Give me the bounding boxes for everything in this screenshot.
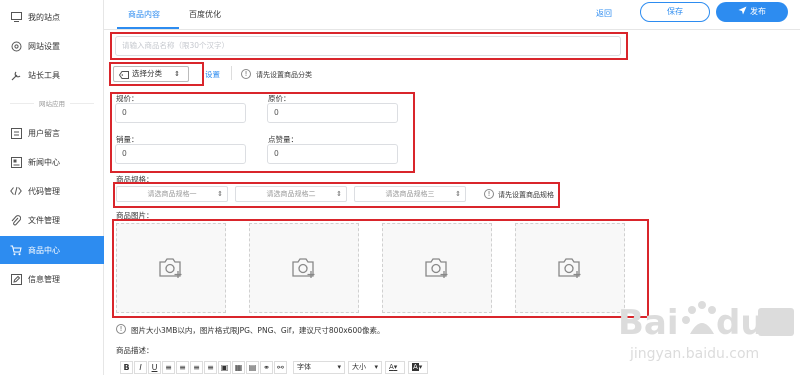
svg-text:du: du [716, 303, 765, 343]
font-family-select[interactable]: 字体 ▾ [293, 360, 345, 374]
edit-icon [10, 273, 22, 285]
dropdown-arrow-icon: ▾ [393, 362, 398, 371]
highlight-spec [113, 182, 560, 208]
sidebar-item-label: 代码管理 [28, 186, 60, 196]
unlink-button[interactable]: ⚯ [274, 360, 287, 374]
send-icon [738, 6, 747, 15]
category-settings-link[interactable]: 设置 [205, 69, 220, 80]
insert-table-button[interactable]: ▦ [232, 360, 245, 374]
dropdown-arrow-icon: ▾ [418, 362, 423, 371]
sidebar-item-code-management[interactable]: 代码管理 [0, 177, 104, 205]
highlight-images [112, 219, 649, 318]
sidebar-item-info-management[interactable]: 信息管理 [0, 265, 104, 293]
tools-icon [10, 69, 22, 81]
sidebar-item-label: 用户留言 [28, 128, 60, 138]
settings-circle-icon [10, 40, 22, 52]
save-button[interactable]: 保存 [640, 2, 710, 22]
code-icon [10, 185, 22, 197]
align-center-button[interactable]: ≡ [176, 360, 189, 374]
image-requirements-note: 图片大小3MB以内，图片格式限JPG、PNG、Gif，建议尺寸800x600像素… [131, 326, 385, 335]
message-icon [10, 127, 22, 139]
dropdown-arrow-icon: ▾ [374, 362, 378, 371]
news-icon [10, 156, 22, 168]
link-button[interactable]: ⚭ [260, 360, 273, 374]
align-justify-button[interactable]: ≡ [204, 360, 217, 374]
sidebar-item-label: 我的站点 [28, 12, 60, 22]
highlight-name [110, 32, 628, 60]
back-link[interactable]: 返回 [596, 8, 612, 19]
dropdown-arrow-icon: ▾ [337, 362, 341, 371]
publish-button[interactable]: 发布 [716, 2, 788, 22]
sidebar-item-product-center[interactable]: 商品中心 [0, 236, 104, 264]
insert-image-button[interactable]: ▣ [218, 360, 231, 374]
monitor-icon [10, 11, 22, 23]
sidebar-item-file-management[interactable]: 文件管理 [0, 206, 104, 234]
bold-button[interactable]: B [120, 360, 133, 374]
sidebar-item-label: 商品中心 [28, 245, 60, 255]
align-left-button[interactable]: ≡ [162, 360, 175, 374]
sidebar-item-site-settings[interactable]: 网站设置 [0, 32, 104, 60]
watermark: Bai du jingyan.baidu.com [618, 288, 796, 370]
description-label: 商品描述： [116, 346, 154, 355]
italic-button[interactable]: I [134, 360, 147, 374]
underline-button[interactable]: U [148, 360, 161, 374]
tab-baidu-seo[interactable]: 百度优化 [189, 9, 221, 20]
font-size-label: 大小 [352, 362, 366, 371]
sidebar-item-label: 站长工具 [28, 70, 60, 80]
category-separator [231, 66, 232, 80]
align-right-button[interactable]: ≡ [190, 360, 203, 374]
cart-icon [10, 244, 22, 256]
background-color-label: A [412, 362, 419, 371]
sidebar-item-label: 信息管理 [28, 274, 60, 284]
highlight-category [109, 62, 204, 86]
sidebar-item-my-site[interactable]: 我的站点 [0, 3, 104, 31]
background-color-button[interactable]: A▾ [408, 360, 428, 374]
info-icon: ! [116, 324, 126, 334]
sidebar-item-user-messages[interactable]: 用户留言 [0, 119, 104, 147]
sidebar-item-label: 网站设置 [28, 41, 60, 51]
sidebar: 我的站点 网站设置 站长工具 网站应用 用户留言 新闻中心 代码管理 文件管理 … [0, 0, 104, 375]
sidebar-item-webmaster-tools[interactable]: 站长工具 [0, 61, 104, 89]
sidebar-item-label: 新闻中心 [28, 157, 60, 167]
font-size-select[interactable]: 大小 ▾ [348, 360, 382, 374]
text-color-button[interactable]: A▾ [385, 360, 405, 374]
highlight-prices [110, 92, 415, 173]
sidebar-item-label: 文件管理 [28, 215, 60, 225]
svg-text:Bai: Bai [618, 303, 679, 343]
baidu-watermark-logo: Bai du jingyan.baidu.com [618, 301, 794, 362]
sidebar-group-label: 网站应用 [0, 98, 104, 108]
category-hint: 请先设置商品分类 [256, 71, 312, 79]
paperclip-icon [10, 214, 22, 226]
sidebar-item-news-center[interactable]: 新闻中心 [0, 148, 104, 176]
tab-product-content[interactable]: 商品内容 [128, 9, 160, 20]
info-icon: ! [241, 69, 251, 79]
font-family-label: 字体 [297, 362, 311, 371]
publish-label: 发布 [750, 7, 766, 16]
header-divider [104, 29, 800, 30]
insert-hr-button[interactable]: ▤ [246, 360, 259, 374]
svg-text:jingyan.baidu.com: jingyan.baidu.com [629, 346, 759, 362]
editor-toolbar: B I U ≡ ≡ ≡ ≡ ▣ ▦ ▤ ⚭ ⚯ 字体 ▾ 大小 ▾ A▾ A▾ [120, 359, 492, 375]
